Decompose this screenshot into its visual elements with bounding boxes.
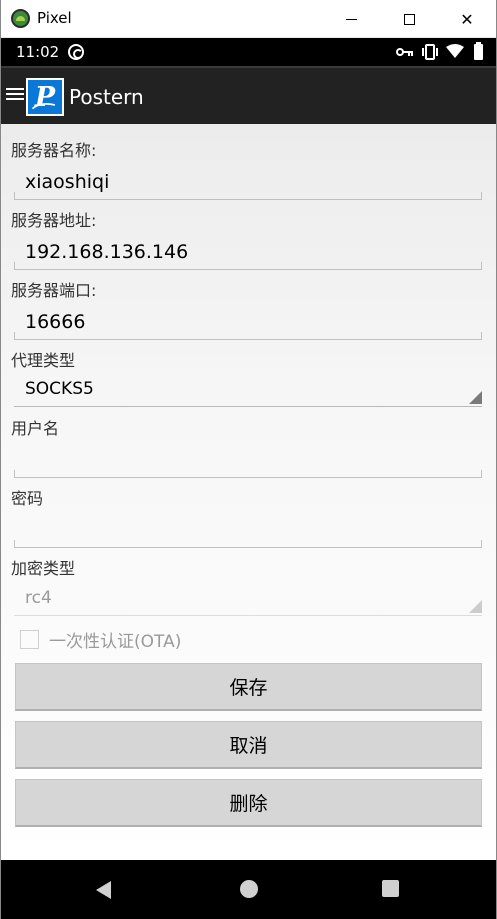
app-title: Postern [69,85,144,109]
android-icon [11,9,30,28]
battery-icon [474,42,483,60]
encryption-type-value: rc4 [25,587,52,608]
dropdown-arrow-icon [469,391,482,404]
cancel-button[interactable]: 取消 [15,721,482,769]
username-label: 用户名 [11,419,60,438]
server-address-label: 服务器地址: [11,211,97,230]
delete-button[interactable]: 删除 [15,779,482,827]
minimize-button[interactable] [322,0,380,38]
recents-icon[interactable] [382,880,399,897]
close-button[interactable]: ✕ [438,0,496,38]
proxy-type-label: 代理类型 [11,351,76,370]
status-time: 11:02 [16,43,60,61]
server-name-underline [14,192,482,200]
ota-checkbox[interactable] [20,629,39,649]
window-titlebar: Pixel ✕ [0,0,497,38]
window-title: Pixel [37,9,72,27]
dropdown-arrow-icon [469,600,482,613]
password-underline [14,540,482,548]
server-address-underline [14,262,482,270]
proxy-form: 服务器名称: xiaoshiqi 服务器地址: 192.168.136.146 … [0,124,497,860]
status-bar: 11:02 [0,38,497,66]
username-underline [14,470,482,478]
maximize-icon [403,13,415,25]
wifi-icon [446,44,464,58]
password-label: 密码 [11,489,44,508]
ota-checkbox-label: 一次性认证(OTA) [49,631,182,652]
server-port-label: 服务器端口: [11,281,97,300]
back-icon[interactable] [96,881,111,899]
navigation-bar [0,860,497,919]
menu-icon[interactable] [6,88,24,104]
encryption-type-select[interactable]: rc4 [14,580,482,616]
postern-logo-icon[interactable]: P [26,78,64,116]
ota-checkbox-row[interactable]: 一次性认证(OTA) [20,628,182,652]
action-bar: P Postern [0,66,497,124]
proxy-type-select[interactable]: SOCKS5 [14,371,482,407]
close-icon: ✕ [460,9,474,29]
vibrate-icon [422,44,438,60]
sync-icon [68,44,84,60]
server-port-underline [14,332,482,340]
svg-text:P: P [34,82,56,113]
maximize-button[interactable] [380,0,438,38]
server-name-label: 服务器名称: [11,141,97,160]
minimize-icon [345,18,357,20]
save-button[interactable]: 保存 [15,663,482,711]
home-icon[interactable] [240,880,258,898]
vpn-key-icon [396,48,413,56]
encryption-type-label: 加密类型 [11,559,76,578]
proxy-type-value: SOCKS5 [25,378,94,399]
